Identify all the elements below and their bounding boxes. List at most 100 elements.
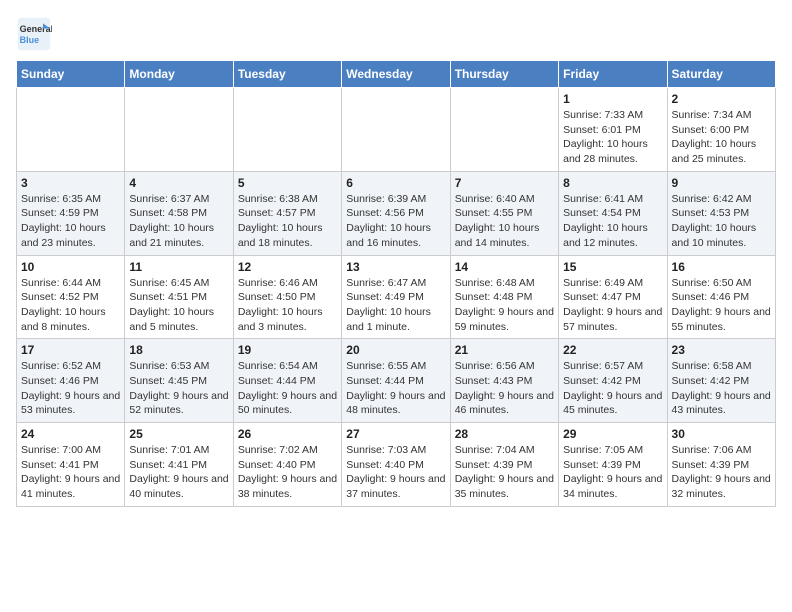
day-number: 7 [455,176,554,190]
day-number: 29 [563,427,662,441]
day-info: Sunrise: 6:48 AMSunset: 4:48 PMDaylight:… [455,276,554,335]
calendar-cell: 7 Sunrise: 6:40 AMSunset: 4:55 PMDaylight… [450,171,558,255]
day-info: Sunrise: 7:06 AMSunset: 4:39 PMDaylight:… [672,443,771,502]
day-number: 2 [672,92,771,106]
day-info: Sunrise: 6:56 AMSunset: 4:43 PMDaylight:… [455,359,554,418]
day-number: 16 [672,260,771,274]
calendar-cell: 23Sunrise: 6:58 AMSunset: 4:42 PMDayligh… [667,339,775,423]
day-number: 26 [238,427,337,441]
calendar-cell: 17 Sunrise: 6:52 AMSunset: 4:46 PMDayligh… [17,339,125,423]
calendar-cell: 1 Sunrise: 7:33 AMSunset: 6:01 PMDaylight… [559,88,667,172]
column-header-monday: Monday [125,61,233,88]
day-info: Sunrise: 6:42 AMSunset: 4:53 PMDaylight:… [672,192,771,251]
calendar-cell: 20 Sunrise: 6:55 AMSunset: 4:44 PMDayligh… [342,339,450,423]
logo-icon: General Blue [16,16,52,52]
calendar-cell: 14 Sunrise: 6:48 AMSunset: 4:48 PMDayligh… [450,255,558,339]
day-info: Sunrise: 6:54 AMSunset: 4:44 PMDaylight:… [238,359,337,418]
day-info: Sunrise: 7:05 AMSunset: 4:39 PMDaylight:… [563,443,662,502]
calendar-cell [342,88,450,172]
calendar-week-5: 24Sunrise: 7:00 AMSunset: 4:41 PMDayligh… [17,423,776,507]
day-number: 25 [129,427,228,441]
calendar-cell [125,88,233,172]
svg-text:Blue: Blue [20,35,40,45]
calendar-week-1: 1 Sunrise: 7:33 AMSunset: 6:01 PMDaylight… [17,88,776,172]
day-number: 11 [129,260,228,274]
day-number: 24 [21,427,120,441]
day-info: Sunrise: 6:37 AMSunset: 4:58 PMDaylight:… [129,192,228,251]
day-number: 30 [672,427,771,441]
column-header-sunday: Sunday [17,61,125,88]
column-header-friday: Friday [559,61,667,88]
day-info: Sunrise: 6:52 AMSunset: 4:46 PMDaylight:… [21,359,120,418]
calendar-cell: 4 Sunrise: 6:37 AMSunset: 4:58 PMDaylight… [125,171,233,255]
day-info: Sunrise: 6:55 AMSunset: 4:44 PMDaylight:… [346,359,445,418]
day-info: Sunrise: 6:57 AMSunset: 4:42 PMDaylight:… [563,359,662,418]
calendar-cell [17,88,125,172]
day-number: 1 [563,92,662,106]
svg-text:General: General [20,24,52,34]
calendar-cell: 24Sunrise: 7:00 AMSunset: 4:41 PMDayligh… [17,423,125,507]
day-info: Sunrise: 7:01 AMSunset: 4:41 PMDaylight:… [129,443,228,502]
calendar-cell: 2 Sunrise: 7:34 AMSunset: 6:00 PMDaylight… [667,88,775,172]
day-number: 20 [346,343,445,357]
day-info: Sunrise: 6:38 AMSunset: 4:57 PMDaylight:… [238,192,337,251]
day-info: Sunrise: 6:47 AMSunset: 4:49 PMDaylight:… [346,276,445,335]
calendar-cell: 5 Sunrise: 6:38 AMSunset: 4:57 PMDaylight… [233,171,341,255]
calendar-cell: 25 Sunrise: 7:01 AMSunset: 4:41 PMDayligh… [125,423,233,507]
calendar-cell: 12 Sunrise: 6:46 AMSunset: 4:50 PMDayligh… [233,255,341,339]
day-info: Sunrise: 7:03 AMSunset: 4:40 PMDaylight:… [346,443,445,502]
logo: General Blue [16,16,52,52]
day-number: 18 [129,343,228,357]
day-number: 10 [21,260,120,274]
calendar-cell: 11 Sunrise: 6:45 AMSunset: 4:51 PMDayligh… [125,255,233,339]
day-number: 5 [238,176,337,190]
calendar-cell: 10 Sunrise: 6:44 AMSunset: 4:52 PMDayligh… [17,255,125,339]
calendar-cell: 28 Sunrise: 7:04 AMSunset: 4:39 PMDayligh… [450,423,558,507]
calendar-cell: 27 Sunrise: 7:03 AMSunset: 4:40 PMDayligh… [342,423,450,507]
day-number: 15 [563,260,662,274]
day-number: 6 [346,176,445,190]
day-number: 17 [21,343,120,357]
day-number: 14 [455,260,554,274]
day-number: 28 [455,427,554,441]
column-header-wednesday: Wednesday [342,61,450,88]
day-info: Sunrise: 6:44 AMSunset: 4:52 PMDaylight:… [21,276,120,335]
day-number: 22 [563,343,662,357]
day-number: 3 [21,176,120,190]
calendar-cell: 13Sunrise: 6:47 AMSunset: 4:49 PMDayligh… [342,255,450,339]
calendar-cell: 3 Sunrise: 6:35 AMSunset: 4:59 PMDaylight… [17,171,125,255]
calendar-cell [233,88,341,172]
day-number: 19 [238,343,337,357]
day-number: 12 [238,260,337,274]
day-info: Sunrise: 6:49 AMSunset: 4:47 PMDaylight:… [563,276,662,335]
day-info: Sunrise: 7:04 AMSunset: 4:39 PMDaylight:… [455,443,554,502]
calendar-cell: 30 Sunrise: 7:06 AMSunset: 4:39 PMDayligh… [667,423,775,507]
day-info: Sunrise: 6:41 AMSunset: 4:54 PMDaylight:… [563,192,662,251]
day-number: 8 [563,176,662,190]
day-number: 4 [129,176,228,190]
day-info: Sunrise: 6:40 AMSunset: 4:55 PMDaylight:… [455,192,554,251]
page-header: General Blue [16,16,776,52]
calendar-cell: 19 Sunrise: 6:54 AMSunset: 4:44 PMDayligh… [233,339,341,423]
calendar-cell: 8 Sunrise: 6:41 AMSunset: 4:54 PMDaylight… [559,171,667,255]
calendar-cell: 15 Sunrise: 6:49 AMSunset: 4:47 PMDayligh… [559,255,667,339]
column-header-saturday: Saturday [667,61,775,88]
calendar-cell: 21Sunrise: 6:56 AMSunset: 4:43 PMDayligh… [450,339,558,423]
day-info: Sunrise: 7:34 AMSunset: 6:00 PMDaylight:… [672,108,771,167]
column-header-thursday: Thursday [450,61,558,88]
day-number: 9 [672,176,771,190]
day-number: 27 [346,427,445,441]
column-header-tuesday: Tuesday [233,61,341,88]
calendar: SundayMondayTuesdayWednesdayThursdayFrid… [16,60,776,507]
day-info: Sunrise: 6:35 AMSunset: 4:59 PMDaylight:… [21,192,120,251]
calendar-cell: 9 Sunrise: 6:42 AMSunset: 4:53 PMDaylight… [667,171,775,255]
calendar-header-row: SundayMondayTuesdayWednesdayThursdayFrid… [17,61,776,88]
calendar-cell: 6Sunrise: 6:39 AMSunset: 4:56 PMDaylight… [342,171,450,255]
day-info: Sunrise: 7:33 AMSunset: 6:01 PMDaylight:… [563,108,662,167]
day-info: Sunrise: 6:53 AMSunset: 4:45 PMDaylight:… [129,359,228,418]
calendar-cell [450,88,558,172]
day-number: 23 [672,343,771,357]
day-info: Sunrise: 6:46 AMSunset: 4:50 PMDaylight:… [238,276,337,335]
day-info: Sunrise: 6:45 AMSunset: 4:51 PMDaylight:… [129,276,228,335]
day-info: Sunrise: 7:02 AMSunset: 4:40 PMDaylight:… [238,443,337,502]
